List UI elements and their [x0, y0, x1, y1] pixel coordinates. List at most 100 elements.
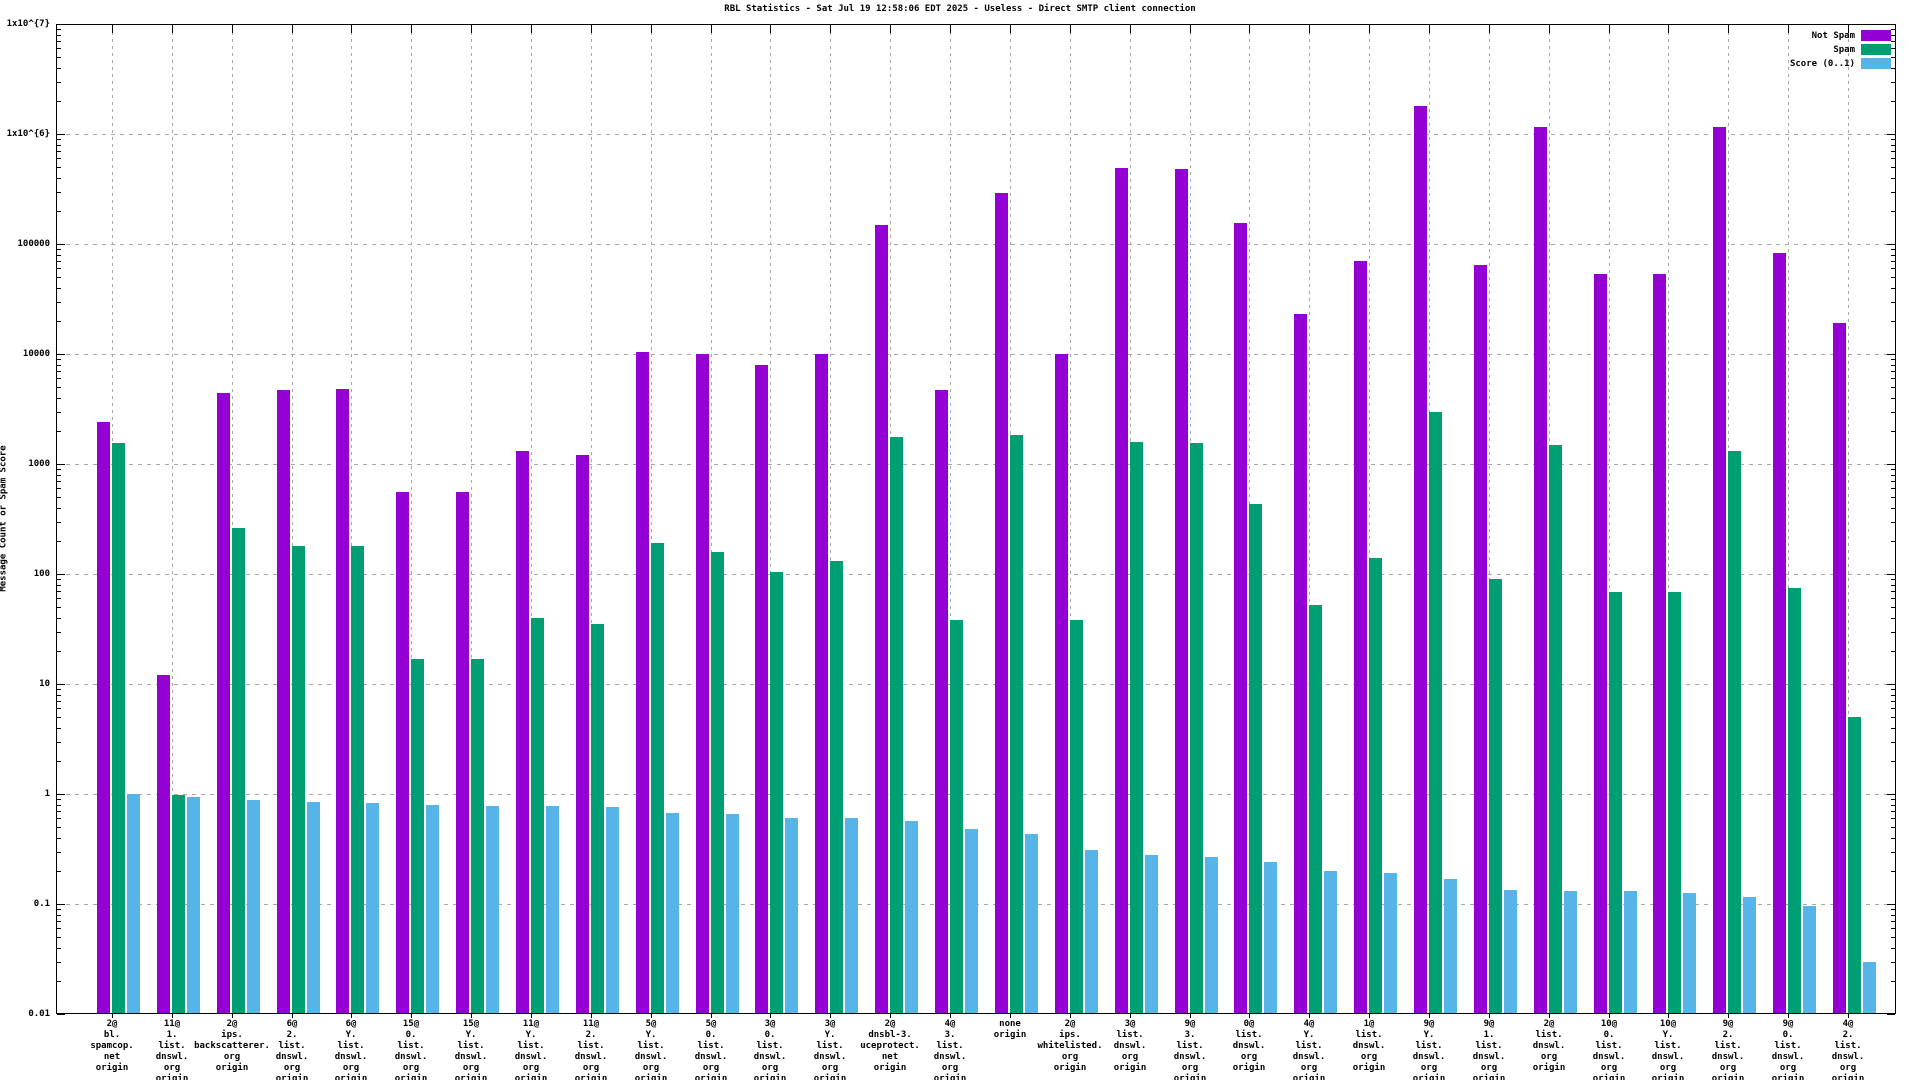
y-tick-minor-right: [1891, 838, 1895, 839]
y-tick-minor-right: [1891, 178, 1895, 179]
plot-area-border: [56, 24, 1896, 1014]
y-tick-minor-right: [1891, 387, 1895, 388]
x-tick-bottom: [1249, 1014, 1250, 1018]
y-tick-minor-right: [1891, 365, 1895, 366]
y-tick-minor-right: [1891, 508, 1895, 509]
x-tick-bottom: [1549, 1014, 1550, 1018]
y-tick-major-right: [1887, 354, 1895, 355]
x-tick-bottom: [591, 1014, 592, 1018]
y-tick-minor-left: [57, 378, 61, 379]
y-tick-minor-right: [1891, 618, 1895, 619]
y-tick-label: 10000: [22, 349, 50, 359]
y-tick-minor-right: [1891, 371, 1895, 372]
legend-swatch: [1861, 58, 1891, 69]
y-tick-minor-left: [57, 82, 61, 83]
x-tick-top: [1070, 25, 1071, 33]
y-tick-minor-left: [57, 695, 61, 696]
y-tick-minor-right: [1891, 101, 1895, 102]
x-tick-top: [292, 25, 293, 33]
y-tick-minor-right: [1891, 928, 1895, 929]
y-tick-minor-right: [1891, 359, 1895, 360]
y-tick-minor-right: [1891, 255, 1895, 256]
y-tick-minor-left: [57, 607, 61, 608]
x-tick-top: [1309, 25, 1310, 33]
y-tick-minor-right: [1891, 632, 1895, 633]
y-tick-minor-right: [1891, 481, 1895, 482]
x-tick-bottom: [1668, 1014, 1669, 1018]
y-tick-major-right: [1887, 244, 1895, 245]
y-tick-minor-right: [1891, 579, 1895, 580]
y-tick-minor-left: [57, 268, 61, 269]
y-tick-minor-right: [1891, 607, 1895, 608]
y-tick-minor-left: [57, 321, 61, 322]
y-tick-minor-left: [57, 497, 61, 498]
x-tick-bottom: [531, 1014, 532, 1018]
y-tick-minor-left: [57, 742, 61, 743]
y-tick-major-right: [1887, 1014, 1895, 1015]
y-tick-minor-right: [1891, 728, 1895, 729]
y-tick-minor-right: [1891, 167, 1895, 168]
x-tick-bottom: [232, 1014, 233, 1018]
legend-item: Spam: [1640, 44, 1893, 56]
y-tick-label: 0.01: [28, 1009, 50, 1019]
y-tick-minor-left: [57, 302, 61, 303]
y-tick-label: 100: [33, 569, 50, 579]
y-tick-minor-right: [1891, 268, 1895, 269]
y-tick-minor-left: [57, 651, 61, 652]
y-tick-minor-right: [1891, 701, 1895, 702]
y-tick-minor-right: [1891, 818, 1895, 819]
y-tick-minor-left: [57, 167, 61, 168]
x-tick-top: [711, 25, 712, 33]
legend-label: Spam: [1833, 45, 1855, 55]
y-tick-minor-right: [1891, 261, 1895, 262]
y-tick-minor-left: [57, 827, 61, 828]
x-tick-bottom: [292, 1014, 293, 1018]
x-tick-top: [770, 25, 771, 33]
x-tick-bottom: [1489, 1014, 1490, 1018]
y-tick-minor-left: [57, 701, 61, 702]
x-tick-bottom: [890, 1014, 891, 1018]
y-tick-minor-right: [1891, 302, 1895, 303]
y-tick-minor-left: [57, 522, 61, 523]
x-tick-bottom: [830, 1014, 831, 1018]
y-tick-minor-left: [57, 192, 61, 193]
legend-item: Not Spam: [1640, 30, 1893, 42]
y-tick-minor-left: [57, 145, 61, 146]
y-tick-minor-left: [57, 717, 61, 718]
y-tick-minor-right: [1891, 378, 1895, 379]
x-tick-top: [830, 25, 831, 33]
y-tick-major-right: [1887, 684, 1895, 685]
x-tick-bottom: [1010, 1014, 1011, 1018]
y-tick-minor-right: [1891, 915, 1895, 916]
y-tick-major-left: [57, 134, 65, 135]
y-tick-minor-left: [57, 811, 61, 812]
x-tick-bottom: [1369, 1014, 1370, 1018]
y-tick-minor-right: [1891, 475, 1895, 476]
x-tick-top: [1249, 25, 1250, 33]
y-tick-minor-left: [57, 151, 61, 152]
x-tick-bottom: [1070, 1014, 1071, 1018]
y-tick-minor-right: [1891, 598, 1895, 599]
y-tick-minor-right: [1891, 921, 1895, 922]
y-tick-minor-left: [57, 921, 61, 922]
y-tick-minor-right: [1891, 522, 1895, 523]
x-tick-top: [471, 25, 472, 33]
y-tick-minor-right: [1891, 139, 1895, 140]
y-tick-major-left: [57, 464, 65, 465]
y-tick-minor-right: [1891, 497, 1895, 498]
y-tick-major-left: [57, 354, 65, 355]
y-tick-major-left: [57, 24, 65, 25]
y-tick-minor-left: [57, 412, 61, 413]
x-tick-bottom: [711, 1014, 712, 1018]
y-tick-minor-left: [57, 909, 61, 910]
y-tick-minor-right: [1891, 151, 1895, 152]
y-tick-minor-left: [57, 981, 61, 982]
y-tick-minor-left: [57, 915, 61, 916]
y-tick-major-left: [57, 574, 65, 575]
x-tick-bottom: [172, 1014, 173, 1018]
x-tick-bottom: [651, 1014, 652, 1018]
x-tick-top: [1489, 25, 1490, 33]
y-tick-minor-right: [1891, 192, 1895, 193]
legend-label: Score (0..1): [1789, 59, 1855, 69]
y-tick-minor-left: [57, 508, 61, 509]
